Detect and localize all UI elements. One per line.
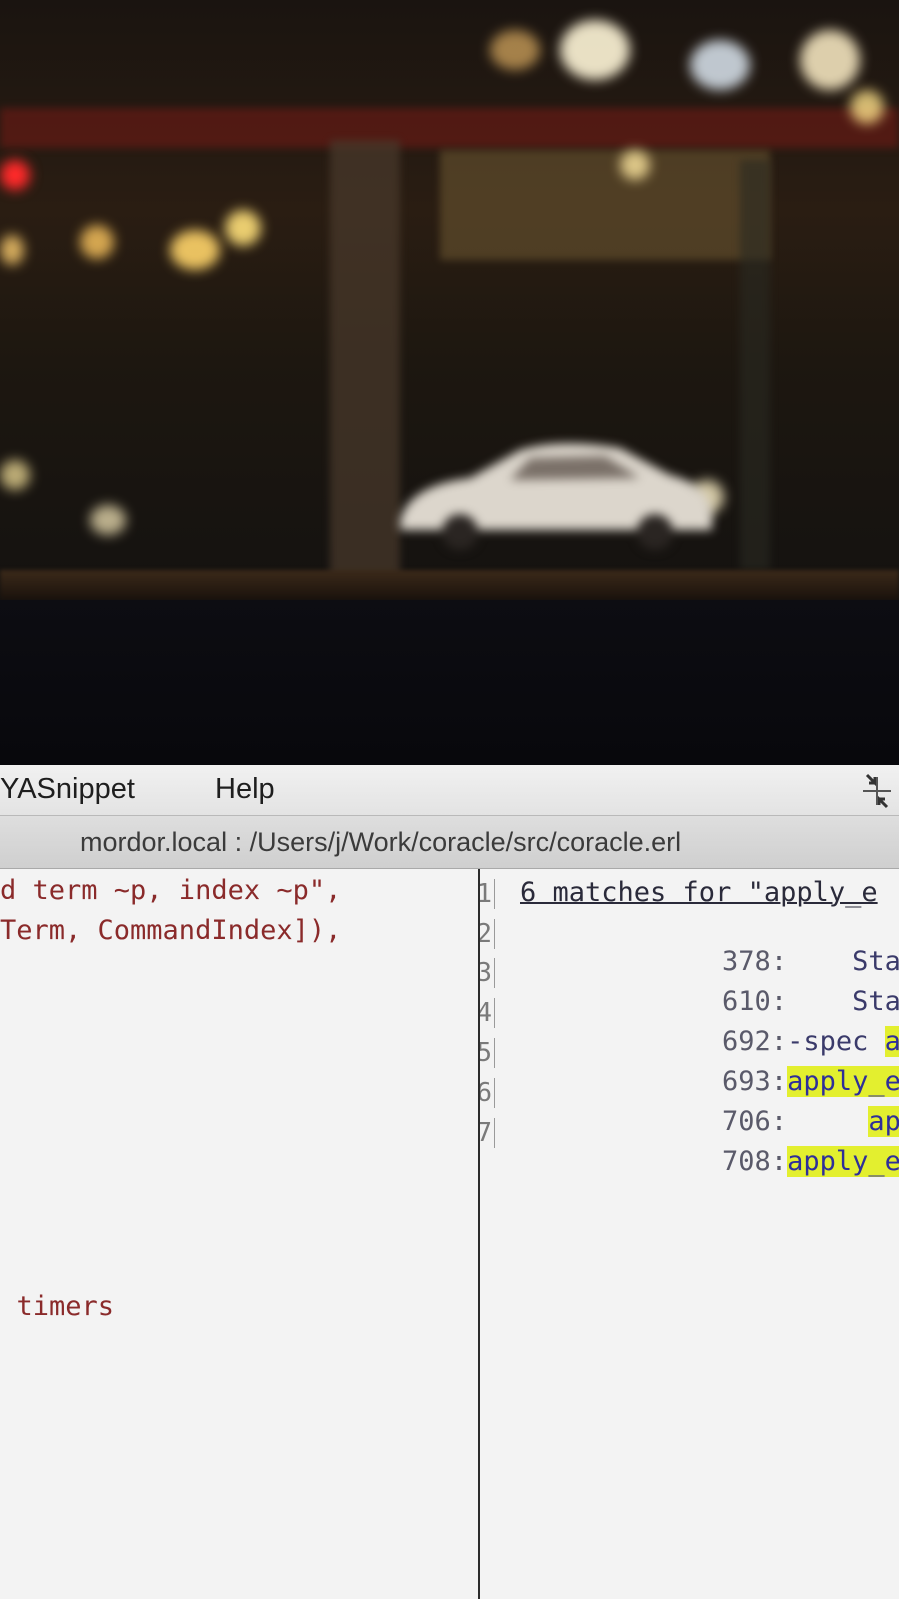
fullscreen-icon[interactable] <box>859 773 895 809</box>
car-shape <box>400 443 712 550</box>
occur-header: 6 matches for "apply_e <box>520 877 878 908</box>
code-line: ; timers <box>0 1291 115 1322</box>
window-title: mordor.local : /Users/j/Work/coracle/src… <box>80 827 682 857</box>
result-match-highlight: apply_entry <box>787 1146 899 1177</box>
gutter-line-number: 2 <box>480 919 495 949</box>
code-line: Term, CommandIndex]), <box>0 915 342 946</box>
gutter-line-number: 5 <box>480 1038 495 1068</box>
result-line-number: 708: <box>722 1146 788 1177</box>
gutter-line-number: 3 <box>480 958 495 988</box>
window-title-bar: mordor.local : /Users/j/Work/coracle/src… <box>0 816 899 869</box>
menu-help[interactable]: Help <box>215 773 275 806</box>
menu-bar: YASnippet Help <box>0 765 899 816</box>
code-buffer-pane[interactable]: d term ~p, index ~p", Term, CommandIndex… <box>0 869 478 1599</box>
menu-yasnippet[interactable]: YASnippet <box>0 773 135 806</box>
occur-results-pane[interactable]: 1 2 3 4 5 6 7 6 matches for "apply_e 378… <box>480 869 899 1599</box>
code-line: d term ~p, index ~p", <box>0 875 342 906</box>
gutter-line-number: 1 <box>480 879 495 909</box>
gutter-line-number: 6 <box>480 1078 495 1108</box>
background-photo <box>0 0 899 600</box>
emacs-editor: d term ~p, index ~p", Term, CommandIndex… <box>0 869 899 1599</box>
laptop-screen: YASnippet Help mordor.local : /Users/j/W… <box>0 765 899 1599</box>
occur-result-row[interactable]: 708:apply_entry( <box>592 1115 899 1208</box>
laptop-bezel <box>0 600 899 765</box>
gutter-line-number: 7 <box>480 1118 495 1148</box>
desk-edge <box>0 570 899 600</box>
gutter-line-number: 4 <box>480 998 495 1028</box>
